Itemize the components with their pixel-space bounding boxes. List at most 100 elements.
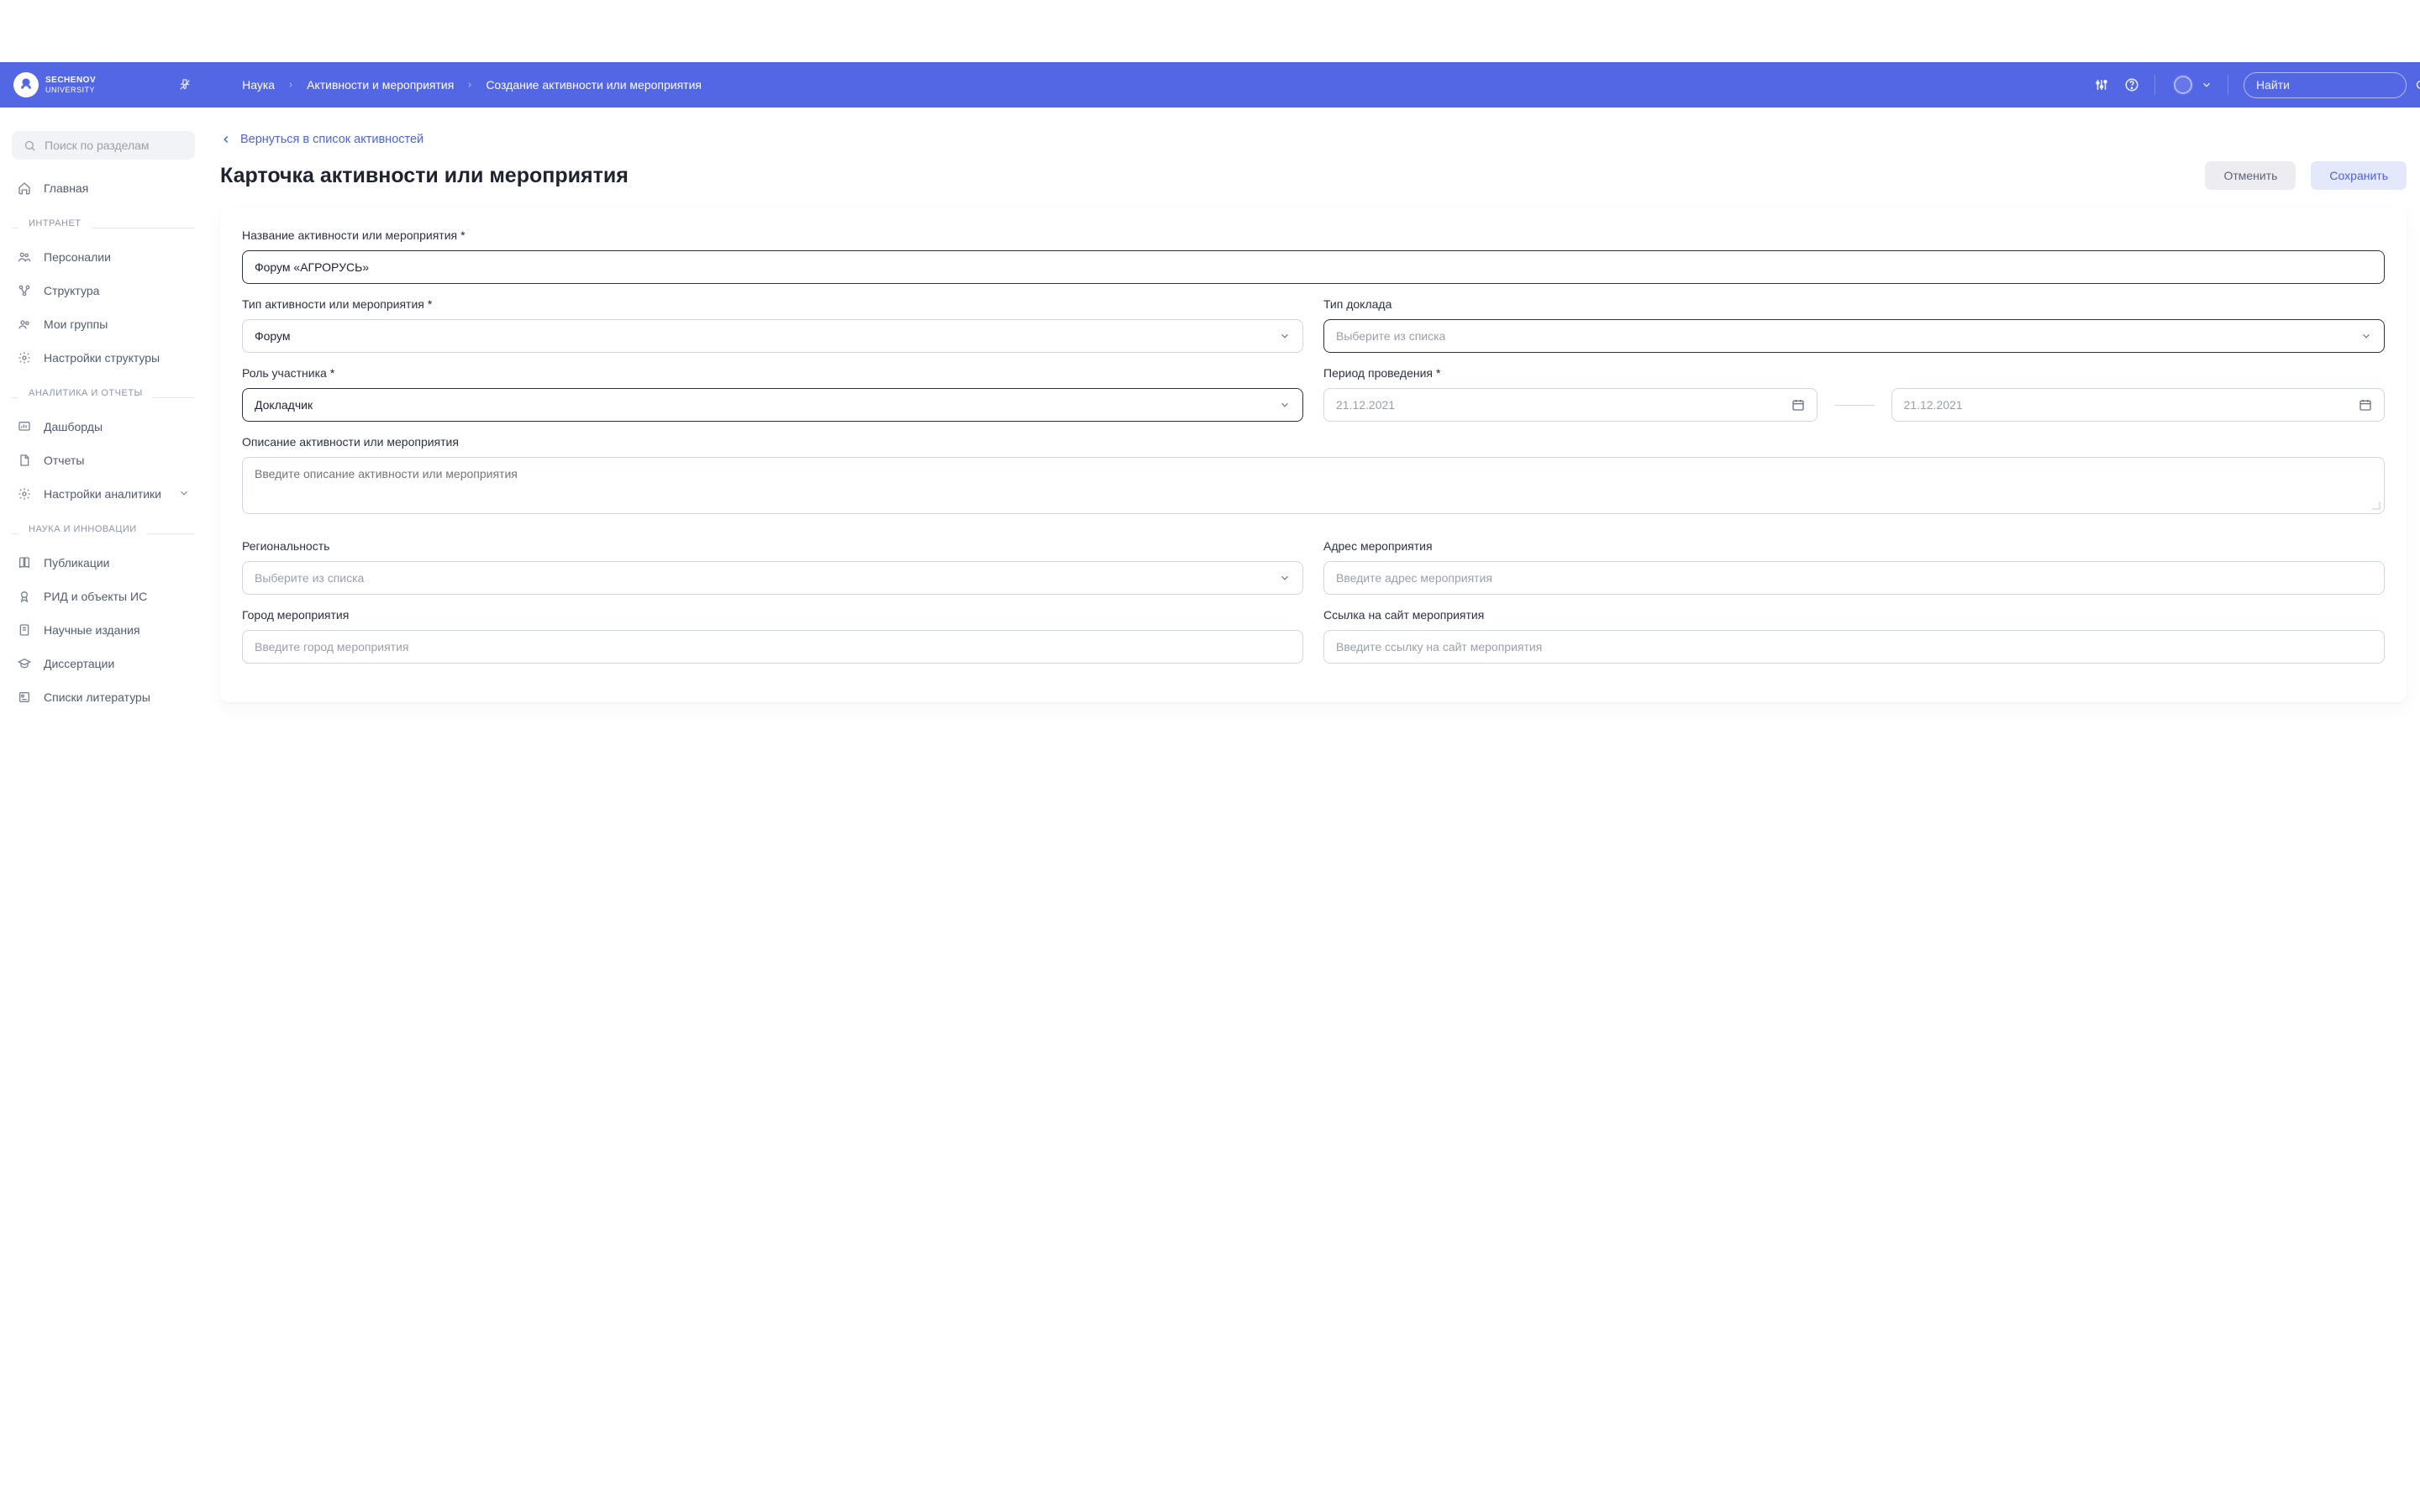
back-link[interactable]: Вернуться в список активностей — [220, 133, 424, 146]
report-type-select[interactable]: Выберите из списка — [1323, 319, 2385, 353]
period-to-input[interactable]: 21.12.2021 — [1891, 388, 2386, 422]
field-label: Адрес мероприятия — [1323, 539, 2385, 553]
field-label: Ссылка на сайт мероприятия — [1323, 608, 2385, 622]
sidebar-item-label: Мои группы — [44, 318, 108, 331]
name-input-wrapper[interactable] — [242, 250, 2385, 284]
chevron-left-icon — [220, 134, 232, 145]
sidebar-item-dissertations[interactable]: Диссертации — [12, 647, 195, 680]
save-button[interactable]: Сохранить — [2311, 161, 2407, 190]
sidebar: Главная ИНТРАНЕТ Персоналии Структура Мо… — [0, 108, 207, 714]
settings-sliders-button[interactable] — [2094, 77, 2109, 92]
name-input[interactable] — [255, 260, 2372, 274]
journal-icon — [17, 622, 32, 638]
sidebar-item-label: Настройки аналитики — [44, 487, 161, 501]
link-input-wrapper[interactable] — [1323, 630, 2385, 664]
chevron-down-icon — [1279, 572, 1291, 584]
description-input[interactable] — [255, 467, 2372, 513]
sidebar-item-ip-objects[interactable]: РИД и объекты ИС — [12, 580, 195, 613]
city-input[interactable] — [255, 640, 1291, 654]
sidebar-item-reports[interactable]: Отчеты — [12, 444, 195, 477]
dashboard-icon — [17, 419, 32, 434]
sidebar-item-dashboards[interactable]: Дашборды — [12, 410, 195, 444]
sidebar-item-label: Главная — [44, 181, 88, 195]
breadcrumb-item: Создание активности или мероприятия — [486, 78, 702, 92]
field-label: Название активности или мероприятия* — [242, 228, 2385, 242]
field-label: Описание активности или мероприятия — [242, 435, 2385, 449]
app-header: SECHENOV UNIVERSITY Наука Активности и м… — [0, 62, 2420, 108]
address-input-wrapper[interactable] — [1323, 561, 2385, 595]
sidebar-item-analytics-settings[interactable]: Настройки аналитики — [12, 477, 195, 511]
sidebar-item-label: Персоналии — [44, 250, 111, 264]
sidebar-item-publications[interactable]: Публикации — [12, 546, 195, 580]
field-label: Региональность — [242, 539, 1303, 553]
list-icon — [17, 690, 32, 705]
sidebar-item-label: Публикации — [44, 556, 109, 570]
chevron-down-icon — [2201, 79, 2212, 91]
city-input-wrapper[interactable] — [242, 630, 1303, 664]
sidebar-item-label: Структура — [44, 284, 99, 297]
home-icon — [17, 181, 32, 196]
breadcrumb: Наука Активности и мероприятия Создание … — [242, 78, 702, 92]
profile-menu-button[interactable] — [2170, 72, 2212, 97]
page-title: Карточка активности или мероприятия — [220, 164, 629, 188]
sidebar-item-label: Настройки структуры — [44, 351, 160, 365]
sidebar-item-journals[interactable]: Научные издания — [12, 613, 195, 647]
sidebar-item-label: Научные издания — [44, 623, 140, 637]
book-icon — [17, 555, 32, 570]
chevron-right-icon — [287, 78, 295, 92]
gear-icon — [17, 486, 32, 501]
period-from-input[interactable]: 21.12.2021 — [1323, 388, 1818, 422]
sidebar-item-label: Отчеты — [44, 454, 84, 467]
breadcrumb-item[interactable]: Активности и мероприятия — [307, 78, 454, 92]
calendar-icon — [1791, 398, 1805, 412]
chevron-down-icon — [1279, 399, 1291, 411]
avatar-icon — [2170, 72, 2196, 97]
main-content: Вернуться в список активностей Карточка … — [207, 108, 2420, 714]
role-select[interactable]: Докладчик — [242, 388, 1303, 422]
link-input[interactable] — [1336, 640, 2372, 654]
sidebar-section-header: АНАЛИТИКА И ОТЧЕТЫ — [12, 388, 195, 407]
field-label: Период проведения* — [1323, 366, 2385, 380]
field-label: Тип активности или мероприятия* — [242, 297, 1303, 311]
pin-toggle-button[interactable] — [178, 78, 192, 92]
cancel-button[interactable]: Отменить — [2205, 161, 2296, 190]
group-icon — [17, 317, 32, 332]
sidebar-search-input[interactable] — [45, 139, 197, 152]
chevron-down-icon — [2360, 330, 2372, 342]
field-label: Город мероприятия — [242, 608, 1303, 622]
chevron-down-icon — [178, 487, 190, 501]
browser-chrome-gap — [0, 0, 2420, 62]
graduation-icon — [17, 656, 32, 671]
breadcrumb-item[interactable]: Наука — [242, 78, 275, 92]
sidebar-item-label: РИД и объекты ИС — [44, 590, 147, 603]
sidebar-item-my-groups[interactable]: Мои группы — [12, 307, 195, 341]
logo[interactable]: SECHENOV UNIVERSITY — [13, 72, 96, 97]
type-select[interactable]: Форум — [242, 319, 1303, 353]
tree-icon — [17, 283, 32, 298]
document-icon — [17, 453, 32, 468]
gear-icon — [17, 350, 32, 365]
sidebar-item-bibliography[interactable]: Списки литературы — [12, 680, 195, 714]
help-button[interactable] — [2124, 77, 2139, 92]
global-search[interactable] — [2244, 72, 2407, 98]
sidebar-item-label: Списки литературы — [44, 690, 150, 704]
sidebar-item-structure-settings[interactable]: Настройки структуры — [12, 341, 195, 375]
calendar-icon — [2359, 398, 2372, 412]
description-input-wrapper[interactable] — [242, 457, 2385, 514]
sidebar-section-header: ИНТРАНЕТ — [12, 218, 195, 237]
search-icon — [24, 139, 36, 152]
form-card: Название активности или мероприятия* Тип… — [220, 208, 2407, 702]
regionality-select[interactable]: Выберите из списка — [242, 561, 1303, 595]
sidebar-item-structure[interactable]: Структура — [12, 274, 195, 307]
logo-mark-icon — [13, 72, 39, 97]
sidebar-item-persons[interactable]: Персоналии — [12, 240, 195, 274]
sidebar-item-home[interactable]: Главная — [12, 171, 195, 205]
address-input[interactable] — [1336, 571, 2372, 585]
global-search-input[interactable] — [2256, 78, 2408, 92]
search-icon — [2415, 79, 2420, 92]
logo-text: SECHENOV UNIVERSITY — [45, 76, 96, 94]
sidebar-search[interactable] — [12, 131, 195, 160]
people-icon — [17, 249, 32, 265]
chevron-right-icon — [466, 78, 474, 92]
divider — [2154, 75, 2155, 95]
